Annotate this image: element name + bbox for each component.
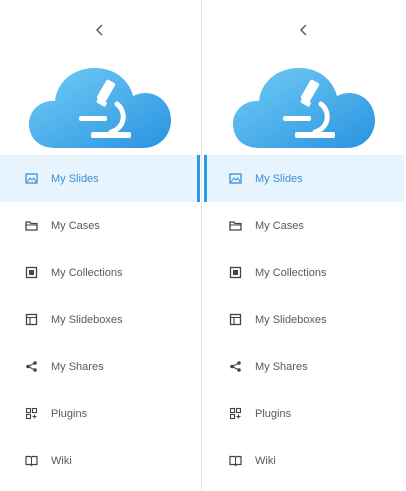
collection-icon (25, 266, 38, 279)
book-icon (229, 454, 242, 467)
nav-item-my-collections[interactable]: My Collections (0, 249, 200, 296)
nav-item-my-slides[interactable]: My Slides (0, 155, 200, 202)
nav-item-label: Plugins (51, 407, 88, 420)
nav-item-my-cases[interactable]: My Cases (0, 202, 200, 249)
plugin-icon (25, 407, 38, 420)
sidebar-panel-left: My Slides My Cases My Collections My Sli… (0, 0, 200, 491)
panel-divider (201, 0, 202, 491)
nav-item-label: Wiki (51, 454, 72, 467)
book-icon (25, 454, 38, 467)
cloud-microscope-icon (233, 68, 375, 148)
chevron-left-icon (96, 24, 103, 36)
image-icon (229, 172, 242, 185)
folder-icon (25, 219, 38, 232)
nav-item-label: My Shares (51, 360, 104, 373)
collection-icon (229, 266, 242, 279)
collapse-button[interactable] (292, 18, 316, 42)
nav-item-my-collections[interactable]: My Collections (204, 249, 404, 296)
active-indicator (197, 155, 200, 202)
share-icon (229, 360, 242, 373)
nav-item-label: Wiki (255, 454, 276, 467)
folder-icon (229, 219, 242, 232)
nav-item-label: My Cases (51, 219, 100, 232)
nav-item-plugins[interactable]: Plugins (204, 390, 404, 437)
nav-item-label: My Slideboxes (255, 313, 327, 326)
chevron-left-icon (300, 24, 307, 36)
nav-item-label: My Slideboxes (51, 313, 123, 326)
plugin-icon (229, 407, 242, 420)
nav-menu: My Slides My Cases My Collections My Sli… (0, 155, 200, 484)
nav-item-label: My Slides (255, 172, 303, 185)
nav-item-label: My Cases (255, 219, 304, 232)
nav-item-label: My Collections (51, 266, 123, 279)
nav-item-label: My Slides (51, 172, 99, 185)
nav-item-wiki[interactable]: Wiki (204, 437, 404, 484)
nav-item-my-slideboxes[interactable]: My Slideboxes (204, 296, 404, 343)
slidebox-icon (25, 313, 38, 326)
active-indicator (204, 155, 207, 202)
nav-item-plugins[interactable]: Plugins (0, 390, 200, 437)
sidebar-panel-right: My Slides My Cases My Collections My Sli… (204, 0, 404, 491)
nav-menu: My Slides My Cases My Collections My Sli… (204, 155, 404, 484)
nav-item-label: My Collections (255, 266, 327, 279)
cloud-microscope-icon (29, 68, 171, 148)
nav-item-wiki[interactable]: Wiki (0, 437, 200, 484)
share-icon (25, 360, 38, 373)
nav-item-my-slides[interactable]: My Slides (204, 155, 404, 202)
nav-item-label: My Shares (255, 360, 308, 373)
nav-item-my-shares[interactable]: My Shares (204, 343, 404, 390)
nav-item-my-slideboxes[interactable]: My Slideboxes (0, 296, 200, 343)
slidebox-icon (229, 313, 242, 326)
nav-item-my-shares[interactable]: My Shares (0, 343, 200, 390)
nav-item-my-cases[interactable]: My Cases (204, 202, 404, 249)
image-icon (25, 172, 38, 185)
collapse-button[interactable] (88, 18, 112, 42)
nav-item-label: Plugins (255, 407, 292, 420)
